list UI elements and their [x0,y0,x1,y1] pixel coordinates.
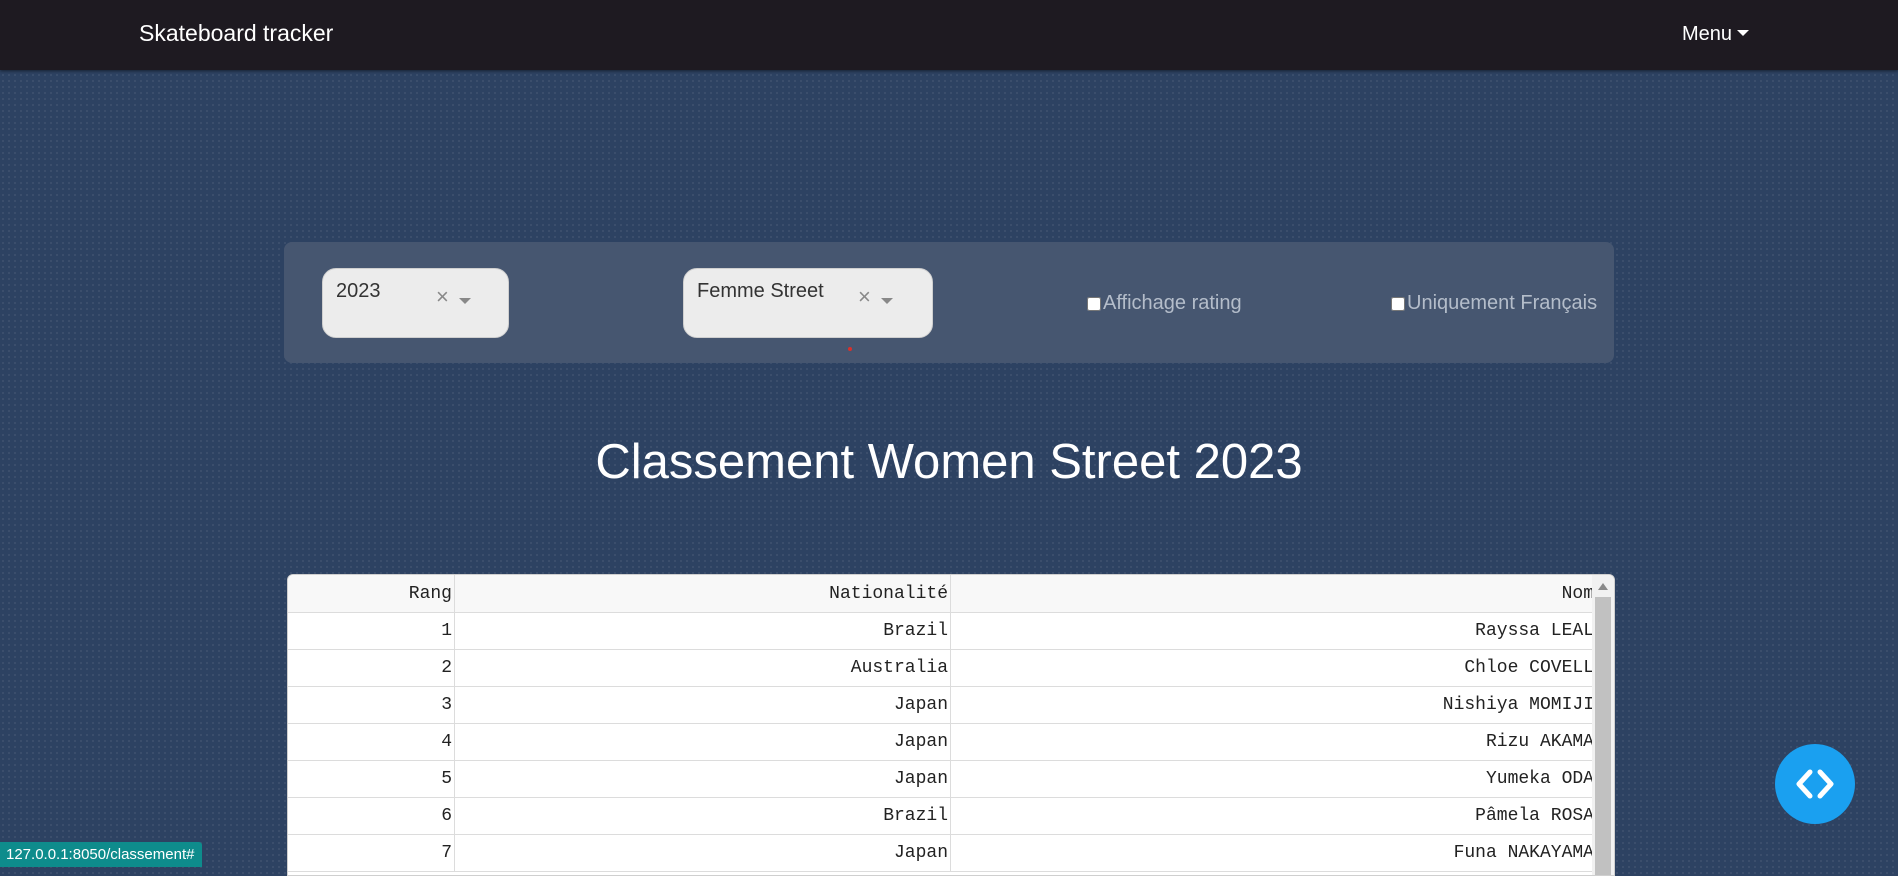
cell-nom: Nishiya MOMIJI [950,686,1597,724]
show-rating-checkbox[interactable]: Affichage rating [1087,292,1242,315]
cell-nom: Rayssa LEAL [950,612,1597,650]
navbar: Skateboard tracker Menu [0,0,1898,70]
table-row[interactable]: 2 Australia Chloe COVELL [288,649,1597,687]
cell-nationalite: Japan [454,760,951,798]
french-only-label: Uniquement Français [1407,292,1598,314]
table-header-row: Rang Nationalité Nom [288,575,1597,613]
year-clear-icon[interactable]: × [436,286,449,308]
table-row[interactable]: 5 Japan Yumeka ODA [288,760,1597,798]
show-rating-label: Affichage rating [1103,292,1242,314]
cell-rang: 1 [288,612,455,650]
cell-rang: 7 [288,834,455,872]
cell-rang: 2 [288,649,455,687]
cell-nom: Rizu AKAMA [950,723,1597,761]
scroll-up-icon[interactable] [1598,583,1608,590]
scrollbar-thumb[interactable] [1595,597,1611,875]
table-row[interactable]: 6 Brazil Pâmela ROSA [288,797,1597,835]
category-clear-icon[interactable]: × [858,286,871,308]
french-only-checkbox[interactable]: Uniquement Français [1391,292,1597,315]
category-select-value: Femme Street [697,280,824,302]
table-row[interactable]: 3 Japan Nishiya MOMIJI [288,686,1597,724]
menu-label: Menu [1682,23,1733,45]
menu-dropdown[interactable]: Menu [1682,23,1750,46]
column-header-nom[interactable]: Nom [950,575,1597,613]
status-bar-url: 127.0.0.1:8050/classement# [0,842,203,867]
navbar-brand[interactable]: Skateboard tracker [139,20,333,47]
cell-nationalite: Australia [454,649,951,687]
cell-nationalite: Brazil [454,612,951,650]
cell-rang: 4 [288,723,455,761]
category-select[interactable]: Femme Street × [683,268,933,338]
show-rating-input[interactable] [1087,296,1101,311]
cell-rang: 3 [288,686,455,724]
cell-nationalite: Brazil [454,797,951,835]
page-title: Classement Women Street 2023 [595,435,1303,489]
caret-down-icon [1737,30,1750,36]
cell-nom: Chloe COVELL [950,649,1597,687]
column-header-rang[interactable]: Rang [288,575,455,613]
cell-rang: 6 [288,797,455,835]
chevron-down-icon[interactable] [459,298,471,304]
table-row[interactable]: 1 Brazil Rayssa LEAL [288,612,1597,650]
column-header-nationalite[interactable]: Nationalité [454,575,951,613]
cell-nom: Funa NAKAYAMA [950,834,1597,872]
cell-nationalite: Japan [454,723,951,761]
cell-nationalite: Japan [454,834,951,872]
cell-nom: Yumeka ODA [950,760,1597,798]
ranking-table: Rang Nationalité Nom 1 Brazil Rayssa LEA… [287,574,1615,876]
table-row[interactable]: 4 Japan Rizu AKAMA [288,723,1597,761]
required-indicator [848,347,852,351]
year-select-value: 2023 [336,280,381,302]
chevron-down-icon[interactable] [881,298,893,304]
code-brackets-icon [1796,769,1834,799]
french-only-input[interactable] [1391,296,1405,311]
table-scrollbar[interactable] [1592,575,1614,875]
year-select[interactable]: 2023 × [322,268,509,338]
debug-toggle-button[interactable] [1775,744,1855,824]
cell-nationalite: Japan [454,686,951,724]
table-row[interactable]: 7 Japan Funa NAKAYAMA [288,834,1597,872]
cell-nom: Pâmela ROSA [950,797,1597,835]
cell-rang: 5 [288,760,455,798]
